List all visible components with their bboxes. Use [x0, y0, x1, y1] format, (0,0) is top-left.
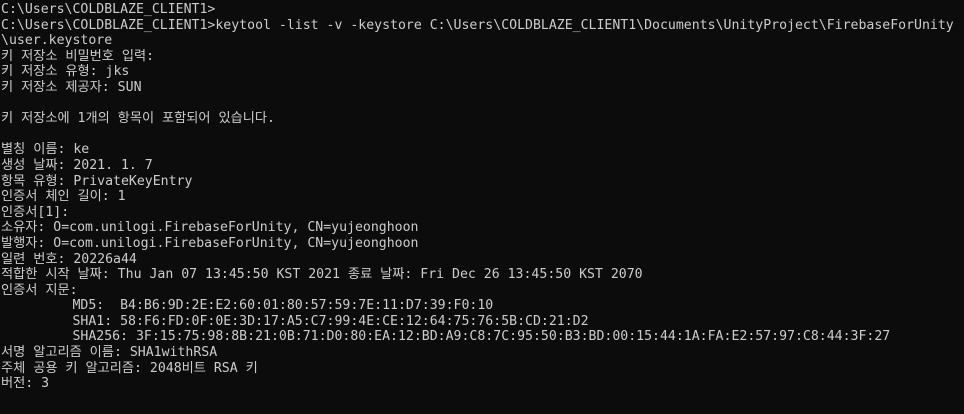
console-line-version: 버전: 3 — [1, 376, 50, 392]
console-line-public-key-algorithm: 주체 공용 키 알고리즘: 2048비트 RSA 키 — [1, 360, 258, 376]
console-line-signature-algorithm: 서명 알고리즘 이름: SHA1withRSA — [1, 345, 218, 361]
console-line-validity: 적합한 시작 날짜: Thu Jan 07 13:45:50 KST 2021 … — [1, 267, 643, 283]
console-line-command: C:\Users\COLDBLAZE_CLIENT1>keytool -list… — [1, 17, 954, 33]
console-line-issuer: 발행자: O=com.unilogi.FirebaseForUnity, CN=… — [1, 235, 419, 251]
console-line-serial-number: 일련 번호: 20226a44 — [1, 251, 137, 267]
console-line-prompt: C:\Users\COLDBLAZE_CLIENT1> — [1, 2, 216, 17]
console-line-creation-date: 생성 날짜: 2021. 1. 7 — [1, 157, 153, 173]
console-line-sha1: SHA1: 58:F6:FD:0F:0E:3D:17:A5:C7:99:4E:C… — [1, 313, 589, 329]
console-line-command-wrap: \user.keystore — [1, 33, 113, 49]
console-line-certificate-index: 인증서[1]: — [1, 204, 70, 220]
console-line-keystore-type: 키 저장소 유형: jks — [1, 64, 130, 80]
console-line-entry-count: 키 저장소에 1개의 항목이 포함되어 있습니다. — [1, 111, 275, 127]
console-line-md5: MD5: B4:B6:9D:2E:E2:60:01:80:57:59:7E:11… — [1, 298, 494, 314]
console-line-password-prompt: 키 저장소 비밀번호 입력: — [1, 48, 155, 64]
console-line-sha256: SHA256: 3F:15:75:98:8B:21:0B:71:D0:80:EA… — [1, 329, 891, 345]
console-line-keystore-provider: 키 저장소 제공자: SUN — [1, 79, 142, 95]
console-line-fingerprints-header: 인증서 지문: — [1, 282, 78, 298]
console-line-chain-length: 인증서 체인 길이: 1 — [1, 189, 126, 205]
console-line-alias: 별칭 이름: ke — [1, 142, 90, 158]
console-line-entry-type: 항목 유형: PrivateKeyEntry — [1, 173, 193, 189]
console-line-owner: 소유자: O=com.unilogi.FirebaseForUnity, CN=… — [1, 220, 419, 236]
console-window[interactable]: C:\Users\COLDBLAZE_CLIENT1> C:\Users\COL… — [0, 0, 964, 414]
